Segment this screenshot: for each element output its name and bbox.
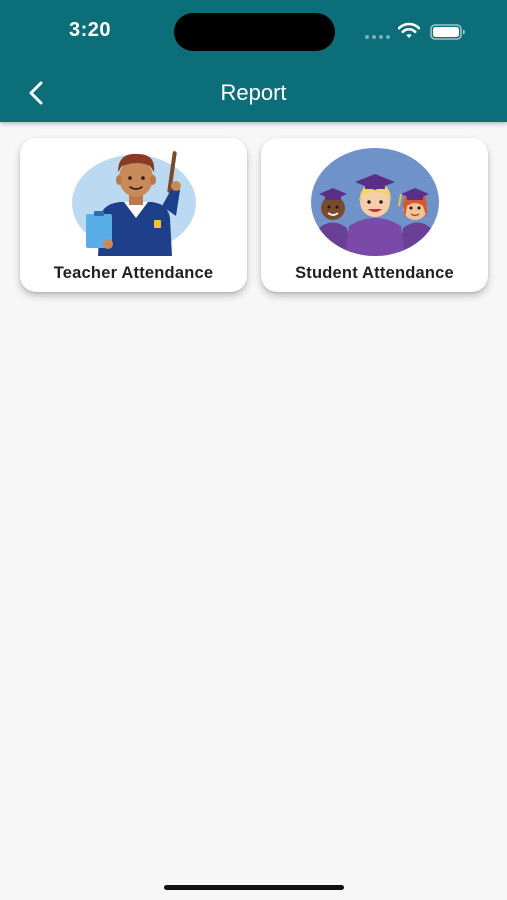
cellular-signal-icon xyxy=(365,35,390,39)
teacher-illustration xyxy=(72,151,196,256)
student-attendance-label: Student Attendance xyxy=(295,264,454,282)
graduates-illustration xyxy=(311,148,439,256)
teacher-attendance-label: Teacher Attendance xyxy=(53,264,214,282)
app-header: 3:20 Report xyxy=(0,0,507,122)
wifi-icon xyxy=(398,22,420,38)
teacher-attendance-card[interactable]: Teacher Attendance xyxy=(20,138,247,292)
dynamic-island xyxy=(174,13,335,51)
home-indicator[interactable] xyxy=(164,885,344,890)
student-attendance-card[interactable]: Student Attendance xyxy=(261,138,488,292)
battery-icon xyxy=(430,24,465,40)
status-time: 3:20 xyxy=(69,19,112,41)
page-title: Report xyxy=(220,80,287,105)
